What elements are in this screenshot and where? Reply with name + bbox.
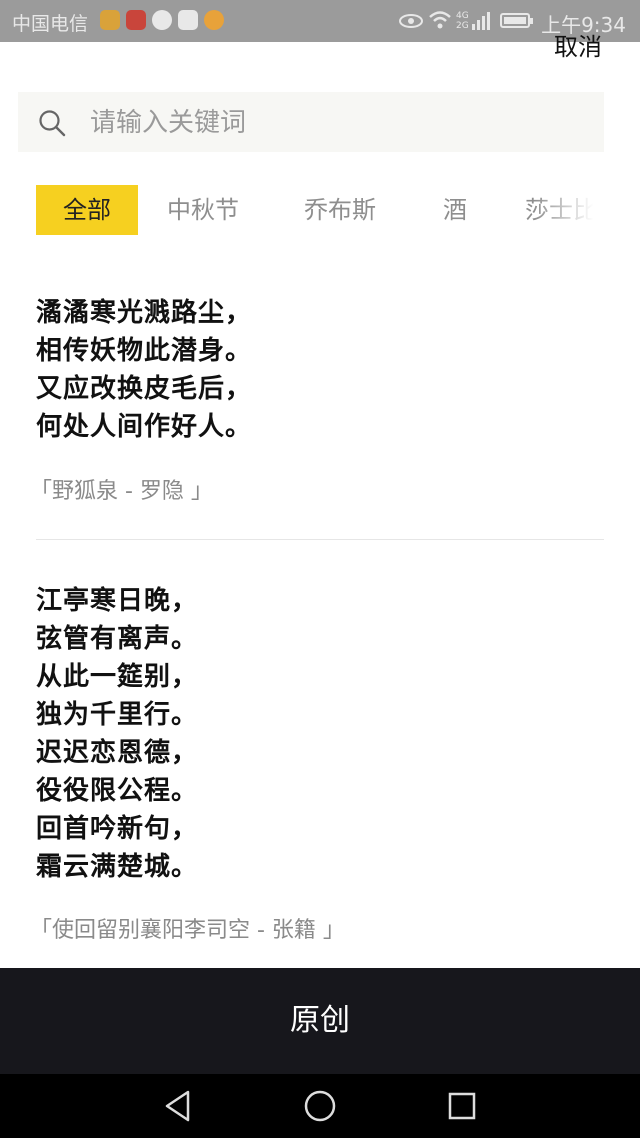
poem-card[interactable]: 江亭寒日晚， 弦管有离声。 从此一筵别， 独为千里行。 迟迟恋恩德， 役役限公程… — [30, 582, 604, 944]
weibo-icon — [204, 10, 224, 30]
back-icon[interactable] — [162, 1088, 194, 1124]
poem-line: 霜云满楚城。 — [36, 852, 199, 882]
signal-icon — [472, 12, 490, 30]
map-pin-icon — [178, 10, 198, 30]
navigation-bar — [0, 1074, 640, 1138]
tab-wine[interactable]: 酒 — [443, 185, 467, 235]
poem-line: 役役限公程。 — [36, 776, 199, 806]
tab-all[interactable]: 全部 — [36, 185, 138, 235]
eye-icon — [399, 14, 423, 28]
divider — [36, 539, 604, 540]
search-icon — [39, 110, 66, 137]
app-notification-icon — [100, 10, 120, 30]
tab-mid-autumn[interactable]: 中秋节 — [167, 185, 239, 235]
tab-jobs[interactable]: 乔布斯 — [304, 185, 376, 235]
poem-line: 独为千里行。 — [36, 700, 199, 730]
search-bar[interactable] — [18, 92, 604, 152]
poem-line: 潏潏寒光溅路尘， — [36, 298, 253, 328]
category-tabs: 全部 中秋节 乔布斯 酒 莎士比 — [36, 185, 604, 235]
tab-shakespeare[interactable]: 莎士比 — [525, 185, 597, 235]
poem-source: 「使回留别襄阳李司空 - 张籍 」 — [30, 918, 345, 943]
poem-line: 弦管有离声。 — [36, 624, 199, 654]
wifi-icon — [429, 11, 451, 29]
app-notification-icon — [126, 10, 146, 30]
poem-line: 相传妖物此潜身。 — [36, 336, 253, 366]
network-type-label: 4G 2G — [456, 11, 469, 31]
poem-line: 从此一筵别， — [36, 662, 199, 692]
poem-line: 迟迟恋恩德， — [36, 738, 199, 768]
home-icon[interactable] — [303, 1088, 337, 1124]
search-input[interactable] — [88, 102, 592, 144]
battery-icon — [500, 13, 533, 28]
carrier-name: 中国电信 — [12, 13, 89, 35]
poem-line: 回首吟新句， — [36, 814, 199, 844]
status-bar: 中国电信 4G 2G 上午9:34 — [0, 0, 640, 42]
poem-line: 江亭寒日晚， — [36, 586, 199, 616]
original-button[interactable]: 原创 — [0, 968, 640, 1074]
cancel-button[interactable]: 取消 — [554, 27, 602, 62]
poem-line: 又应改换皮毛后， — [36, 374, 253, 404]
recent-apps-icon[interactable] — [447, 1088, 477, 1124]
poem-source: 「野狐泉 - 罗隐 」 — [30, 479, 213, 504]
poem-card[interactable]: 潏潏寒光溅路尘， 相传妖物此潜身。 又应改换皮毛后， 何处人间作好人。 「野狐泉… — [30, 294, 604, 505]
chat-bubble-icon — [152, 10, 172, 30]
poem-line: 何处人间作好人。 — [36, 412, 253, 442]
